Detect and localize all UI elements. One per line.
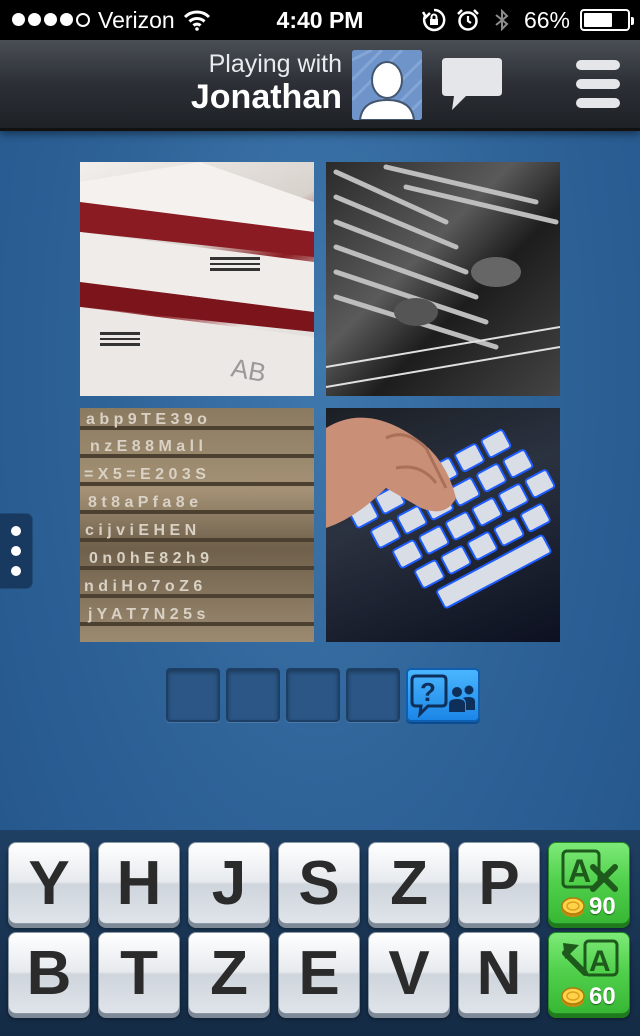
letter-key[interactable]: H bbox=[98, 842, 180, 924]
opponent-name: Jonathan bbox=[190, 78, 342, 116]
battery-percent: 66% bbox=[523, 6, 570, 33]
alarm-clock-icon bbox=[457, 9, 479, 31]
letter-key[interactable]: S bbox=[278, 842, 360, 924]
reveal-letter-cost: 60 bbox=[589, 983, 616, 1010]
letter-key[interactable]: E bbox=[278, 932, 360, 1014]
reveal-letter-icon: A bbox=[562, 939, 619, 978]
blood-bags-photo[interactable]: AB bbox=[80, 162, 314, 396]
svg-text:a b p 9 T E 3 9 o: a b p 9 T E 3 9 o bbox=[86, 411, 207, 428]
letter-key[interactable]: V bbox=[368, 932, 450, 1014]
letter-key[interactable]: T bbox=[98, 932, 180, 1014]
svg-text:j Y A T 7 N 2 5 s: j Y A T 7 N 2 5 s bbox=[87, 606, 205, 623]
remove-letters-icon: A bbox=[561, 849, 618, 892]
bluetooth-icon bbox=[495, 8, 509, 32]
typewriter-typebars-photo[interactable] bbox=[326, 162, 560, 396]
battery-icon bbox=[580, 9, 634, 31]
question-bubble-with-friends-icon: ? bbox=[410, 674, 475, 719]
answer-slot-4[interactable] bbox=[346, 668, 400, 722]
letter-key[interactable]: J bbox=[188, 842, 270, 924]
backlit-keyboard-photo[interactable] bbox=[326, 408, 560, 642]
rotation-lock-icon bbox=[421, 8, 446, 32]
ask-friends-button[interactable]: ? bbox=[406, 668, 480, 722]
answer-slot-1[interactable] bbox=[166, 668, 220, 722]
letter-key[interactable]: Z bbox=[368, 842, 450, 924]
svg-text:8 t 8 a P f a 8 e: 8 t 8 a P f a 8 e bbox=[88, 494, 198, 511]
letter-key[interactable]: B bbox=[8, 932, 90, 1014]
coin-icon bbox=[561, 987, 585, 1007]
side-drawer-handle[interactable] bbox=[0, 514, 32, 588]
playing-with-label: Playing with bbox=[208, 50, 342, 78]
coin-icon bbox=[561, 897, 585, 917]
reveal-letter-button[interactable]: A 60 bbox=[548, 932, 630, 1014]
answer-slot-2[interactable] bbox=[226, 668, 280, 722]
svg-text:n d i H o 7 o Z 6: n d i H o 7 o Z 6 bbox=[84, 578, 202, 595]
letter-key[interactable]: P bbox=[458, 842, 540, 924]
menu-button[interactable] bbox=[574, 58, 622, 110]
opponent-info: Playing with Jonathan bbox=[191, 50, 342, 116]
svg-text:= X 5 = E 2 0 3 S: = X 5 = E 2 0 3 S bbox=[84, 466, 206, 483]
remove-letters-button[interactable]: A 90 bbox=[548, 842, 630, 924]
person-silhouette-icon bbox=[352, 50, 422, 120]
letter-key[interactable]: N bbox=[458, 932, 540, 1014]
svg-text:n z E 8 8 M a l l: n z E 8 8 M a l l bbox=[90, 438, 203, 455]
svg-text:A: A bbox=[589, 945, 611, 978]
svg-text:c i j v i E H E N: c i j v i E H E N bbox=[85, 522, 196, 539]
opponent-avatar[interactable] bbox=[352, 50, 422, 120]
letterpress-type-photo[interactable]: a b p 9 T E 3 9 o n z E 8 8 M a l l = X 5… bbox=[80, 408, 314, 642]
game-header: Playing with Jonathan bbox=[0, 40, 640, 131]
svg-text:0 n 0 h E 8 2 h 9: 0 n 0 h E 8 2 h 9 bbox=[89, 550, 209, 567]
svg-text:A: A bbox=[568, 853, 591, 889]
letter-key[interactable]: Z bbox=[188, 932, 270, 1014]
svg-text:AB: AB bbox=[229, 352, 268, 388]
status-bar: Verizon 4:40 PM 66% bbox=[0, 0, 640, 40]
letter-key[interactable]: Y bbox=[8, 842, 90, 924]
chat-button[interactable] bbox=[440, 54, 504, 116]
remove-letters-cost: 90 bbox=[589, 893, 616, 920]
svg-text:?: ? bbox=[420, 677, 436, 707]
answer-slot-3[interactable] bbox=[286, 668, 340, 722]
